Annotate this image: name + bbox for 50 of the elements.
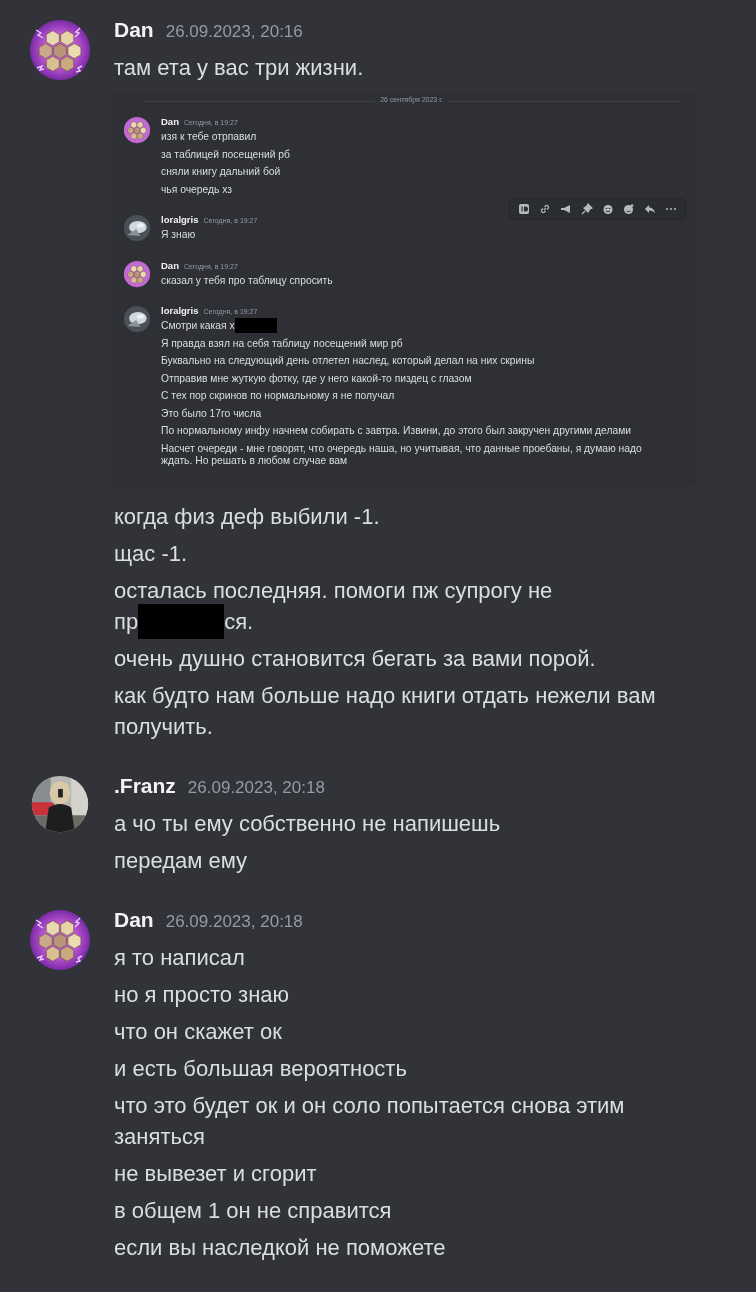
message-text: осталась последняя. помоги пж супрогу не пр ся. [114,575,689,637]
message-text: щас -1. [114,540,189,568]
avatar-drawing [123,116,151,144]
message-text: но я просто знаю [114,981,291,1009]
avatar-drawing [123,259,151,288]
message-text: Я знаю [161,229,197,241]
timestamp: 26.09.2023, 20:18 [165,912,303,932]
megaphone-icon[interactable] [560,203,572,215]
author-name: loralgris [161,305,199,316]
message-text: когда физ деф выбили -1. [114,503,381,531]
message-text: в общем 1 он не справится [114,1197,393,1225]
message-text: за таблицей посещений рб [161,148,290,161]
emoji-icon[interactable] [602,203,614,215]
author-name[interactable]: .Franz [114,774,176,798]
avatar-drawing [28,908,92,972]
id-icon[interactable] [518,203,530,215]
message-text: и есть большая вероятность [114,1055,408,1083]
avatar-drawing [28,18,92,82]
message-text: очень душно становится бегать за вами порой. [114,645,597,673]
timestamp: 26.09.2023, 20:16 [165,22,303,42]
reply-icon[interactable] [644,203,656,215]
message-text: Насчет очереди - мне говорят, что очередь наша, но учитывая, что данные проебаны, я думаю надо ждать. Но решать в любом случае вам [161,442,643,467]
author-name: Dan [161,116,179,127]
message-text: С тех пор скринов по нормальному я не получал [161,390,396,402]
message-text: изя к тебе отрпавил [161,131,258,143]
link-icon[interactable] [539,203,551,215]
message-text: не вывезет и сгорит [114,1160,318,1188]
emoji-plus-icon[interactable] [623,203,635,215]
message-text: если вы наследкой не поможете [114,1234,447,1262]
author-name[interactable]: Dan [114,18,154,42]
message-text: а чо ты ему собственно не напишешь [114,810,502,838]
message-text: Буквально на следующий день отлетел наслед, который делал на них скрины [161,355,536,367]
message-text: Отправив мне жуткую фотку, где у него какой-то пиздец с глазом [161,372,473,385]
message-text: как будто нам больше надо книги отдать нежели вам получить. [114,682,657,741]
message-text: сказал у тебя про таблицу спросить [161,274,333,287]
message-text: там ета у вас три жизни. [114,54,365,82]
pin-icon[interactable] [581,203,593,215]
message-text: По нормальному инфу начнем собирать с завтра. Извини, до этого был закручен другими делами [161,425,633,437]
message-text: я то написал [114,944,246,972]
message-text: чья очередь хз [161,183,233,196]
message-text: Смотри какая х [161,320,656,332]
message-text: сняли книгу дальний бой [161,166,282,178]
author-name[interactable]: Dan [114,908,154,932]
message-text: что он скажет ок [114,1018,283,1046]
message-text: передам ему [114,847,249,875]
author-name: loralgris [161,214,199,225]
author-name: Dan [161,259,179,271]
message-text: Я правда взял на себя таблицу посещений мир рб [161,337,404,350]
timestamp: 26.09.2023, 20:18 [187,778,325,798]
message-text: Это было 17го числа [161,407,263,420]
